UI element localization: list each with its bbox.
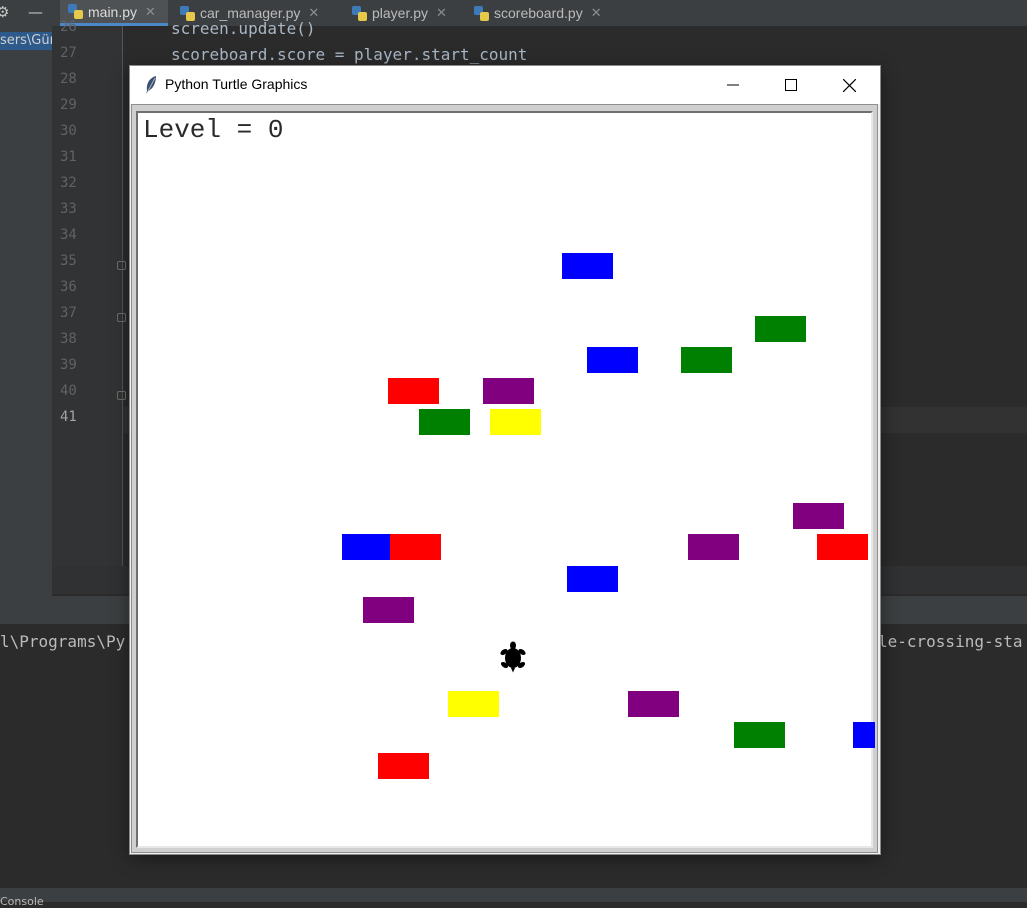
minimize-button[interactable] [704,66,762,104]
line-number: 35 [60,253,77,269]
tab-label: scoreboard.py [494,5,583,21]
minimize-panel-icon[interactable]: — [28,3,43,21]
fold-marker-icon[interactable] [117,391,126,400]
line-number: 30 [60,123,77,139]
car [448,691,499,717]
line-number: 27 [60,45,77,61]
gear-icon[interactable]: ⚙ [0,3,9,21]
car [419,409,470,435]
car [817,534,868,560]
tab-player-py[interactable]: player.py ✕ [344,0,464,26]
bottom-tool-bar [0,888,1027,902]
line-number: 34 [60,227,77,243]
close-tab-icon[interactable]: ✕ [145,4,156,20]
car [388,378,439,404]
turtle-canvas[interactable]: Level = 0 [136,111,875,848]
line-number: 38 [60,331,77,347]
car [853,722,875,748]
car [681,347,732,373]
car [490,409,541,435]
tab-scoreboard-py[interactable]: scoreboard.py ✕ [466,0,616,26]
editor-tab-bar: ⚙ — main.py ✕ car_manager.py ✕ player.py… [0,0,1027,26]
car [755,316,806,342]
line-number: 41 [60,409,77,425]
car [628,691,679,717]
project-panel [0,26,52,596]
line-number: 29 [60,97,77,113]
line-number: 39 [60,357,77,373]
car [378,753,429,779]
line-number: 37 [60,305,77,321]
python-file-icon [352,5,367,21]
minimize-icon [727,84,739,86]
code-line[interactable]: scoreboard.score = player.start_count [171,45,527,64]
line-number: 33 [60,201,77,217]
project-path[interactable]: sers\Gür [0,32,52,50]
car [390,534,441,560]
line-number: 31 [60,149,77,165]
close-button[interactable] [820,66,878,104]
close-tab-icon[interactable]: ✕ [436,5,447,21]
maximize-button[interactable] [762,66,820,104]
python-file-icon [68,4,83,19]
close-icon [842,78,856,92]
window-title: Python Turtle Graphics [165,76,308,92]
car [483,378,534,404]
console-output-right: le-crossing-sta [878,632,1023,651]
cars-layer [138,113,875,846]
tab-label: main.py [88,3,138,20]
maximize-icon [785,79,797,91]
line-number: 36 [60,279,77,295]
car [793,503,844,529]
fold-marker-icon[interactable] [117,261,126,270]
car [567,566,618,592]
car [688,534,739,560]
car [587,347,638,373]
tab-label: player.py [372,5,429,21]
close-tab-icon[interactable]: ✕ [591,5,602,21]
car [734,722,785,748]
line-number: 28 [60,71,77,87]
turtle-icon [500,641,526,673]
line-number: 26 [60,19,77,35]
console-output-left: l\Programs\Py [0,632,126,651]
feather-icon [146,76,156,94]
window-titlebar[interactable]: Python Turtle Graphics [130,66,880,104]
code-line[interactable]: screen.update() [171,19,316,38]
car [342,534,393,560]
car [363,597,414,623]
line-number: 32 [60,175,77,191]
line-number: 40 [60,383,77,399]
gutter-divider [122,26,123,566]
fold-marker-icon[interactable] [117,313,126,322]
python-file-icon [474,5,489,21]
turtle-graphics-window: Python Turtle Graphics Level = 0 [130,66,880,854]
car [562,253,613,279]
